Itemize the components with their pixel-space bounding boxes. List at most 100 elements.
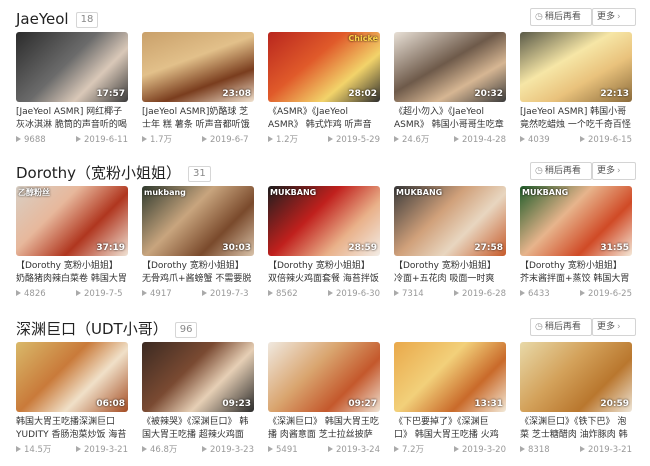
video-duration: 17:57 [96, 89, 125, 99]
upload-date: 2019-6-7 [210, 135, 249, 145]
video-duration: 28:02 [348, 89, 377, 99]
thumbnail-caption: mukbang [144, 188, 186, 197]
video-thumbnail[interactable]: MUKBANG 31:55 [520, 186, 632, 256]
video-thumbnail[interactable]: 09:23 [142, 342, 254, 412]
video-thumbnail[interactable]: 13:31 [394, 342, 506, 412]
upload-date-icon [202, 136, 207, 142]
play-count: 1.7万 [150, 135, 173, 145]
upload-date: 2019-3-21 [84, 445, 128, 455]
video-meta: 8318 2019-3-21 [520, 444, 632, 456]
section-title[interactable]: Dorothy（宽粉小姐姐） 31 [16, 163, 211, 183]
video-title[interactable]: 《ASMR》《JaeYeol ASMR》 韩式炸鸡 听声音都 [268, 106, 380, 132]
play-count-icon [142, 290, 147, 296]
play-count-icon [268, 290, 273, 296]
chevron-right-icon: › [617, 12, 621, 22]
more-button[interactable]: 更多 › [592, 162, 636, 180]
video-thumbnail[interactable]: 06:08 [16, 342, 128, 412]
video-meta: 1.2万 2019-5-29 [268, 134, 380, 146]
upload-date-icon [202, 290, 207, 296]
upload-date: 2019-3-24 [336, 445, 380, 455]
video-thumbnail[interactable]: 20:59 [520, 342, 632, 412]
section-title-text[interactable]: JaeYeol [16, 10, 69, 28]
upload-date-icon [454, 446, 459, 452]
watch-later-label: 稍后再看 [544, 12, 581, 22]
video-title[interactable]: 【Dorothy 宽粉小姐姐】 双倍辣火鸡面套餐 海苔拌饭 看着 [268, 260, 380, 286]
video-title[interactable]: 【Dorothy 宽粉小姐姐】 冷面+五花肉 吸面一时爽 一直吸面 [394, 260, 506, 286]
upload-date-icon [202, 446, 207, 452]
video-title[interactable]: [JaeYeol ASMR] 韩国小哥竟然吃蜡烛 一个吃千奇百怪的食物 [520, 106, 632, 132]
video-title[interactable]: 《被辣哭》《深渊巨口》 韩国大胃王吃播 超辣火鸡面 方块 [142, 416, 254, 442]
video-duration: 31:55 [600, 243, 629, 253]
section-header: 深渊巨口（UDT小哥） 96 ◷ 稍后再看 更多 › [0, 318, 650, 342]
watch-later-button[interactable]: ◷ 稍后再看 [530, 318, 592, 336]
video-thumbnail[interactable]: 乙醇粉丝 37:19 [16, 186, 128, 256]
play-count: 8318 [528, 445, 550, 455]
video-title[interactable]: 《深渊巨口》 韩国大胃王吃播 肉酱意面 芝士拉丝披萨 酸黄 [268, 416, 380, 442]
video-thumbnail[interactable]: 20:32 [394, 32, 506, 102]
thumbnail-caption: MUKBANG [522, 188, 569, 197]
thumbnail-caption: MUKBANG [270, 188, 317, 197]
watch-later-button[interactable]: ◷ 稍后再看 [530, 162, 592, 180]
section-title[interactable]: 深渊巨口（UDT小哥） 96 [16, 319, 198, 339]
play-count: 4826 [24, 289, 46, 299]
video-title[interactable]: [JaeYeol ASMR]奶酪球 芝士年 糕 薯条 听声音都听饿了 [142, 106, 254, 132]
video-title[interactable]: 《下巴要掉了》《深渊巨口》 韩国大胃王吃播 火鸡面 超脆 [394, 416, 506, 442]
video-duration: 22:13 [600, 89, 629, 99]
more-label: 更多 [597, 166, 616, 176]
play-count-icon [520, 290, 525, 296]
upload-date: 2019-5-29 [336, 135, 380, 145]
upload-date-icon [76, 290, 81, 296]
video-meta: 14.5万 2019-3-21 [16, 444, 128, 456]
video-duration: 27:58 [474, 243, 503, 253]
video-meta: 46.8万 2019-3-23 [142, 444, 254, 456]
play-count-icon [142, 446, 147, 452]
play-count-icon [520, 136, 525, 142]
section-title-text[interactable]: 深渊巨口（UDT小哥） [16, 320, 168, 338]
video-duration: 06:08 [96, 399, 125, 409]
video-title[interactable]: [JaeYeol ASMR] 网红椰子灰冰淇淋 脆筒的声音听的喝口水 [16, 106, 128, 132]
video-duration: 20:59 [600, 399, 629, 409]
video-thumbnail[interactable]: 23:08 [142, 32, 254, 102]
video-thumbnail[interactable]: MUKBANG 27:58 [394, 186, 506, 256]
video-duration: 23:08 [222, 89, 251, 99]
upload-date: 2019-6-30 [336, 289, 380, 299]
section-count-badge: 18 [75, 12, 99, 28]
video-duration: 09:27 [348, 399, 377, 409]
video-thumbnail[interactable]: MUKBANG 28:59 [268, 186, 380, 256]
play-count: 7.2万 [402, 445, 425, 455]
watch-later-button[interactable]: ◷ 稍后再看 [530, 8, 592, 26]
video-thumbnail[interactable]: 09:27 [268, 342, 380, 412]
upload-date: 2019-3-21 [588, 445, 632, 455]
video-title[interactable]: 【Dorothy 宽粉小姐姐】 无骨鸡爪+酱螃蟹 不需要脱骨的 [142, 260, 254, 286]
upload-date-icon [328, 446, 333, 452]
video-thumbnail[interactable]: mukbang 30:03 [142, 186, 254, 256]
upload-date: 2019-6-25 [588, 289, 632, 299]
video-duration: 13:31 [474, 399, 503, 409]
video-meta: 5491 2019-3-24 [268, 444, 380, 456]
more-label: 更多 [597, 322, 616, 332]
upload-date: 2019-3-20 [462, 445, 506, 455]
play-count: 9688 [24, 135, 46, 145]
section-title[interactable]: JaeYeol 18 [16, 9, 99, 29]
video-title[interactable]: 韩国大胃王吃播深渊巨口 YUDITY 香肠泡菜炒饭 海苔 [16, 416, 128, 442]
video-thumbnail[interactable]: 17:57 [16, 32, 128, 102]
thumbnail-caption: Chicke [348, 34, 378, 43]
more-button[interactable]: 更多 › [592, 8, 636, 26]
video-meta: 6433 2019-6-25 [520, 288, 632, 300]
clock-icon: ◷ [535, 322, 543, 332]
video-duration: 28:59 [348, 243, 377, 253]
more-button[interactable]: 更多 › [592, 318, 636, 336]
video-title[interactable]: 《超小勿入》《JaeYeol ASMR》 韩国小哥哥生吃章 [394, 106, 506, 132]
play-count-icon [394, 136, 399, 142]
video-thumbnail[interactable]: Chicke 28:02 [268, 32, 380, 102]
upload-date-icon [76, 446, 81, 452]
video-title[interactable]: 《深渊巨口》《铁下巴》 泡菜 芝士糖醋肉 油炸豚肉 韩国大 [520, 416, 632, 442]
video-title[interactable]: 【Dorothy 宽粉小姐姐】 奶酪猪肉辣白菜卷 韩国大胃王吃 [16, 260, 128, 286]
upload-date: 2019-6-28 [462, 289, 506, 299]
video-meta: 4917 2019-7-3 [142, 288, 254, 300]
section-title-text[interactable]: Dorothy（宽粉小姐姐） [16, 164, 181, 182]
play-count-icon [16, 446, 21, 452]
video-thumbnail[interactable]: 22:13 [520, 32, 632, 102]
video-title[interactable]: 【Dorothy 宽粉小姐姐】 芥末酱拌面+蒸饺 韩国大胃王吃 [520, 260, 632, 286]
upload-date: 2019-6-11 [84, 135, 128, 145]
